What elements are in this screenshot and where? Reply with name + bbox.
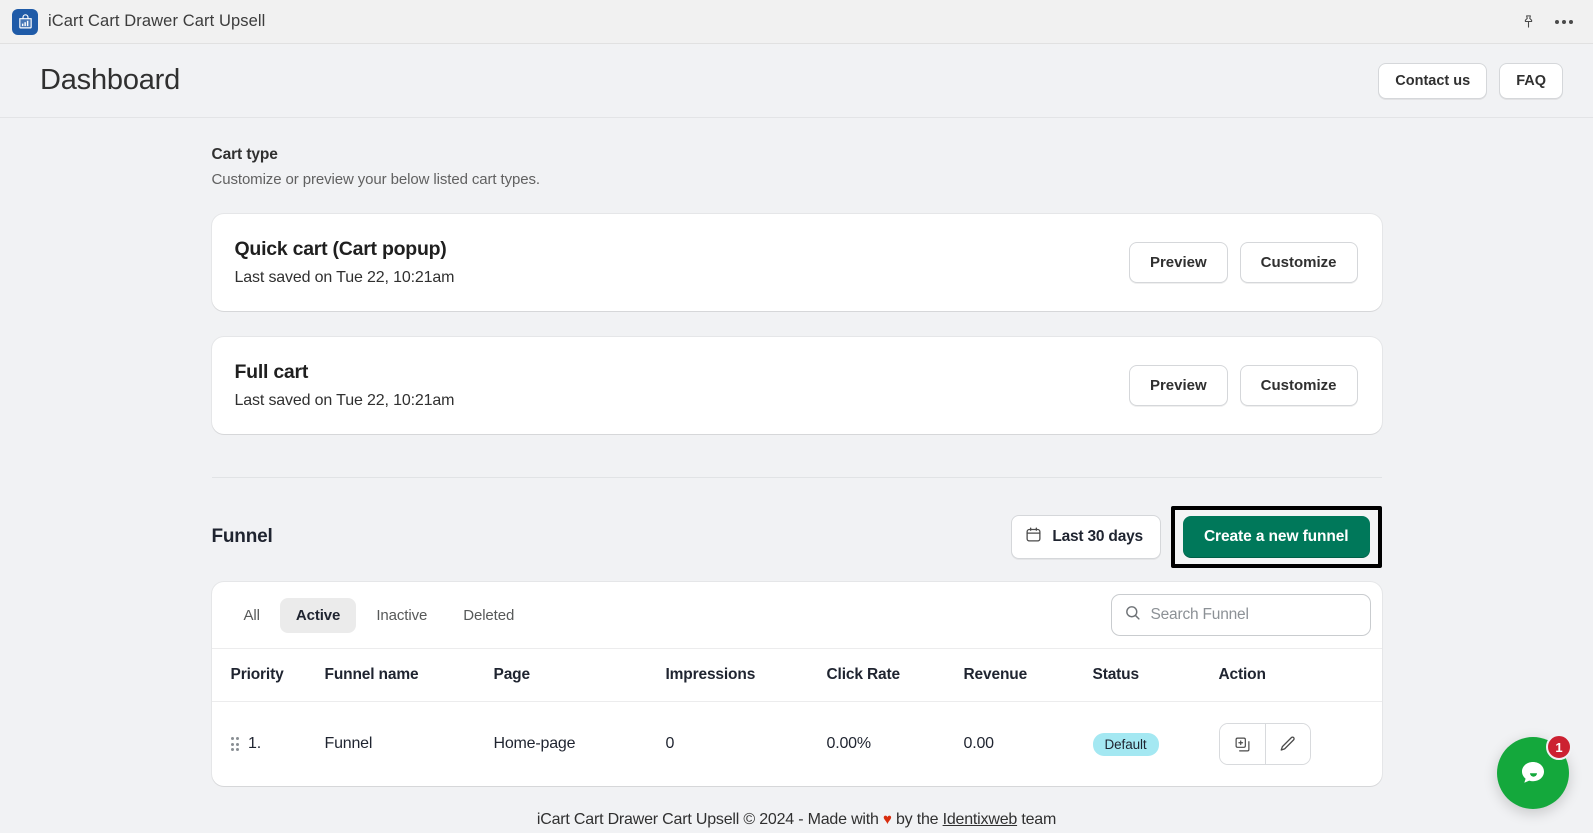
- cart-card-actions: Preview Customize: [1128, 365, 1358, 406]
- footer-middle: by the: [891, 811, 943, 828]
- edit-icon[interactable]: [1264, 724, 1310, 764]
- table-header-row: Priority Funnel name Page Impressions Cl…: [211, 648, 1382, 702]
- footer-prefix: iCart Cart Drawer Cart Upsell © 2024 - M…: [536, 811, 883, 828]
- cell-page: Home-page: [493, 735, 576, 752]
- chat-unread-badge: 1: [1546, 734, 1572, 760]
- cart-type-section: Cart type Customize or preview your belo…: [212, 146, 1382, 188]
- priority-value: 1.: [248, 735, 261, 752]
- tab-inactive[interactable]: Inactive: [360, 598, 443, 633]
- search-funnel-input[interactable]: [1150, 606, 1358, 624]
- pin-icon[interactable]: [1513, 7, 1543, 37]
- cart-card-info: Quick cart (Cart popup) Last saved on Tu…: [235, 238, 1129, 287]
- date-range-button[interactable]: Last 30 days: [1011, 515, 1161, 559]
- date-range-label: Last 30 days: [1052, 528, 1143, 545]
- status-badge: Default: [1092, 732, 1159, 756]
- browser-app-bar: iCart Cart Drawer Cart Upsell: [0, 0, 1593, 44]
- preview-button-quick-cart[interactable]: Preview: [1128, 242, 1228, 283]
- cell-status: Default: [1092, 702, 1219, 787]
- customize-button-full-cart[interactable]: Customize: [1239, 365, 1358, 406]
- tab-deleted[interactable]: Deleted: [447, 598, 530, 633]
- priority-cell: 1.: [230, 735, 325, 753]
- cell-impressions: 0: [665, 735, 675, 752]
- column-impressions: Impressions: [665, 648, 827, 702]
- cart-type-card-full: Full cart Last saved on Tue 22, 10:21am …: [211, 337, 1382, 434]
- cart-type-title: Cart type: [211, 146, 278, 163]
- funnel-header-row: Funnel Last 30 days Create a new funnel: [212, 506, 1382, 568]
- search-funnel-box[interactable]: [1110, 594, 1371, 636]
- cell-funnel-name: Funnel: [324, 735, 373, 752]
- cell-action: [1218, 702, 1382, 787]
- column-status: Status: [1092, 648, 1219, 702]
- cell-click-rate: 0.00%: [826, 735, 872, 752]
- content-wrap: Cart type Customize or preview your belo…: [211, 146, 1383, 829]
- funnel-table-body: 1. Funnel Home-page 0 0.00% 0.00 Default: [212, 702, 1382, 787]
- funnel-table-toolbar: All Active Inactive Deleted: [212, 582, 1382, 648]
- cart-card-actions: Preview Customize: [1128, 242, 1358, 283]
- heart-icon: ♥: [882, 811, 892, 828]
- create-new-funnel-button[interactable]: Create a new funnel: [1182, 516, 1370, 558]
- cart-card-title: Quick cart (Cart popup): [234, 238, 447, 260]
- app-title: iCart Cart Drawer Cart Upsell: [48, 12, 266, 30]
- calendar-icon: [1025, 526, 1042, 548]
- cart-card-title: Full cart: [234, 361, 309, 383]
- column-click-rate: Click Rate: [826, 648, 964, 702]
- cell-priority: 1.: [212, 702, 325, 787]
- contact-us-button[interactable]: Contact us: [1378, 62, 1488, 99]
- search-icon: [1124, 604, 1141, 626]
- funnel-filter-tabs: All Active Inactive Deleted: [228, 597, 531, 633]
- cart-type-card-quick: Quick cart (Cart popup) Last saved on Tu…: [211, 214, 1382, 311]
- row-action-group: [1218, 723, 1311, 765]
- customize-button-quick-cart[interactable]: Customize: [1239, 242, 1358, 283]
- more-dots: [1555, 19, 1573, 24]
- duplicate-icon[interactable]: [1219, 724, 1265, 764]
- funnel-title: Funnel: [211, 526, 273, 547]
- create-funnel-highlight: Create a new funnel: [1170, 506, 1382, 568]
- identixweb-link[interactable]: Identixweb: [943, 811, 1018, 828]
- drag-handle-icon[interactable]: [230, 737, 239, 751]
- page-footer: iCart Cart Drawer Cart Upsell © 2024 - M…: [212, 811, 1382, 829]
- column-revenue: Revenue: [963, 648, 1093, 702]
- shopping-bag-chart-icon: [12, 8, 38, 35]
- tab-all[interactable]: All: [228, 598, 276, 633]
- funnel-table: Priority Funnel name Page Impressions Cl…: [211, 648, 1382, 787]
- chat-widget: 1: [1497, 734, 1572, 809]
- section-divider: [211, 477, 1382, 478]
- column-priority: Priority: [211, 648, 325, 702]
- column-page: Page: [493, 648, 666, 702]
- page-content: Cart type Customize or preview your belo…: [0, 118, 1593, 833]
- page-title: Dashboard: [40, 64, 181, 96]
- funnel-table-card: All Active Inactive Deleted Search Funne…: [211, 582, 1382, 787]
- tab-active[interactable]: Active: [279, 597, 357, 633]
- cart-card-meta: Last saved on Tue 22, 10:21am: [234, 269, 455, 286]
- column-action: Action: [1218, 648, 1382, 702]
- faq-button[interactable]: FAQ: [1499, 62, 1563, 99]
- page-header: Dashboard Contact us FAQ: [0, 44, 1593, 118]
- table-row: 1. Funnel Home-page 0 0.00% 0.00 Default: [212, 702, 1382, 787]
- cell-revenue: 0.00: [963, 735, 995, 752]
- footer-suffix: team: [1017, 811, 1057, 828]
- more-options-icon[interactable]: [1549, 7, 1579, 37]
- preview-button-full-cart[interactable]: Preview: [1128, 365, 1228, 406]
- cart-type-subtitle: Customize or preview your below listed c…: [211, 171, 541, 188]
- column-funnel-name: Funnel name: [324, 648, 494, 702]
- funnel-table-head: Priority Funnel name Page Impressions Cl…: [211, 648, 1382, 702]
- cart-card-info: Full cart Last saved on Tue 22, 10:21am: [235, 361, 1129, 410]
- cart-card-meta: Last saved on Tue 22, 10:21am: [234, 392, 455, 409]
